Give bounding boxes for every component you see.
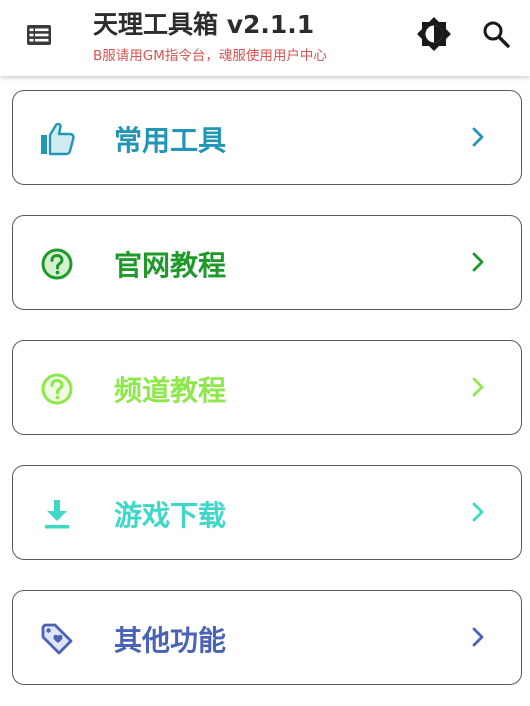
menu-card-game-download[interactable]: 游戏下载: [12, 465, 522, 560]
app-root: 天理工具箱 v2.1.1 B服请用GM指令台，魂服使用用户中心 常用工具 官网教…: [0, 0, 530, 706]
chevron-right-icon: [466, 250, 490, 274]
menu-card-label: 其他功能: [114, 624, 227, 657]
chevron-right-icon: [466, 625, 490, 649]
search-icon: [483, 21, 510, 48]
menu-card-other-functions[interactable]: 其他功能: [12, 590, 522, 685]
menu-card-channel-tutorial[interactable]: 频道教程: [12, 340, 522, 435]
chevron-right-icon: [466, 375, 490, 399]
app-title: 天理工具箱 v2.1.1: [93, 10, 315, 39]
theme-toggle-button[interactable]: [414, 14, 454, 54]
download-icon: [39, 496, 75, 532]
list-menu-icon: [27, 25, 51, 45]
chevron-right-icon: [466, 500, 490, 524]
menu-card-label: 官网教程: [114, 249, 227, 282]
chevron-right-icon: [466, 125, 490, 149]
menu-card-label: 常用工具: [114, 124, 227, 157]
menu-card-label: 频道教程: [114, 374, 227, 407]
help-circle-icon: [39, 371, 75, 407]
app-subtitle: B服请用GM指令台，魂服使用用户中心: [93, 48, 327, 64]
search-button[interactable]: [476, 14, 516, 54]
menu-card-official-tutorial[interactable]: 官网教程: [12, 215, 522, 310]
help-circle-icon: [39, 246, 75, 282]
menu-button[interactable]: [22, 18, 56, 52]
menu-card-label: 游戏下载: [114, 499, 227, 532]
tag-heart-icon: [39, 621, 75, 657]
menu-card-common-tools[interactable]: 常用工具: [12, 90, 522, 185]
thumb-up-icon: [39, 121, 75, 157]
brightness-icon: [417, 17, 451, 51]
app-header: 天理工具箱 v2.1.1 B服请用GM指令台，魂服使用用户中心: [0, 0, 530, 76]
